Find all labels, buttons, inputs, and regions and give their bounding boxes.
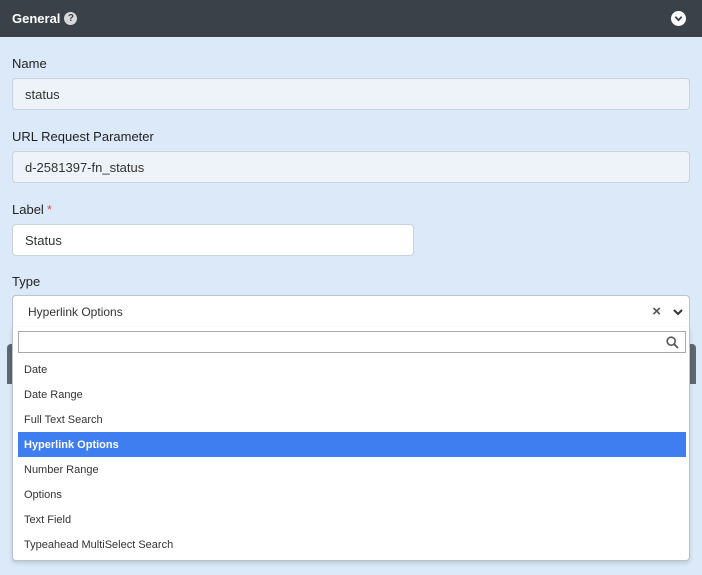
- type-label: Type: [12, 274, 41, 289]
- question-circle-icon[interactable]: ?: [64, 12, 78, 25]
- option-hyperlink-options[interactable]: Hyperlink Options: [18, 432, 686, 457]
- option-typeahead-multiselect-search[interactable]: Typeahead MultiSelect Search: [18, 532, 686, 557]
- label-label: Label *: [12, 202, 52, 217]
- label-label-text: Label: [12, 202, 44, 217]
- panel-header[interactable]: General ?: [0, 0, 702, 37]
- label-field[interactable]: Status: [12, 224, 414, 256]
- type-dropdown: Date Date Range Full Text Search Hyperli…: [12, 327, 690, 561]
- type-select[interactable]: Hyperlink Options ×: [12, 295, 690, 328]
- close-icon[interactable]: ×: [652, 304, 661, 319]
- type-select-value: Hyperlink Options: [28, 304, 123, 319]
- url-param-label: URL Request Parameter: [12, 129, 154, 144]
- url-param-field[interactable]: d-2581397-fn_status: [12, 151, 690, 183]
- option-date[interactable]: Date: [18, 357, 686, 382]
- option-text-field[interactable]: Text Field: [18, 507, 686, 532]
- chevron-down-icon[interactable]: [672, 306, 684, 318]
- option-options[interactable]: Options: [18, 482, 686, 507]
- option-date-range[interactable]: Date Range: [18, 382, 686, 407]
- panel-title: General: [12, 11, 61, 26]
- option-full-text-search[interactable]: Full Text Search: [18, 407, 686, 432]
- name-label: Name: [12, 56, 47, 71]
- search-icon: [666, 336, 679, 349]
- name-field[interactable]: status: [12, 78, 690, 110]
- chevron-circle-down-icon[interactable]: [671, 11, 686, 26]
- option-number-range[interactable]: Number Range: [18, 457, 686, 482]
- dropdown-search-input[interactable]: [18, 331, 686, 353]
- required-star: *: [46, 202, 52, 217]
